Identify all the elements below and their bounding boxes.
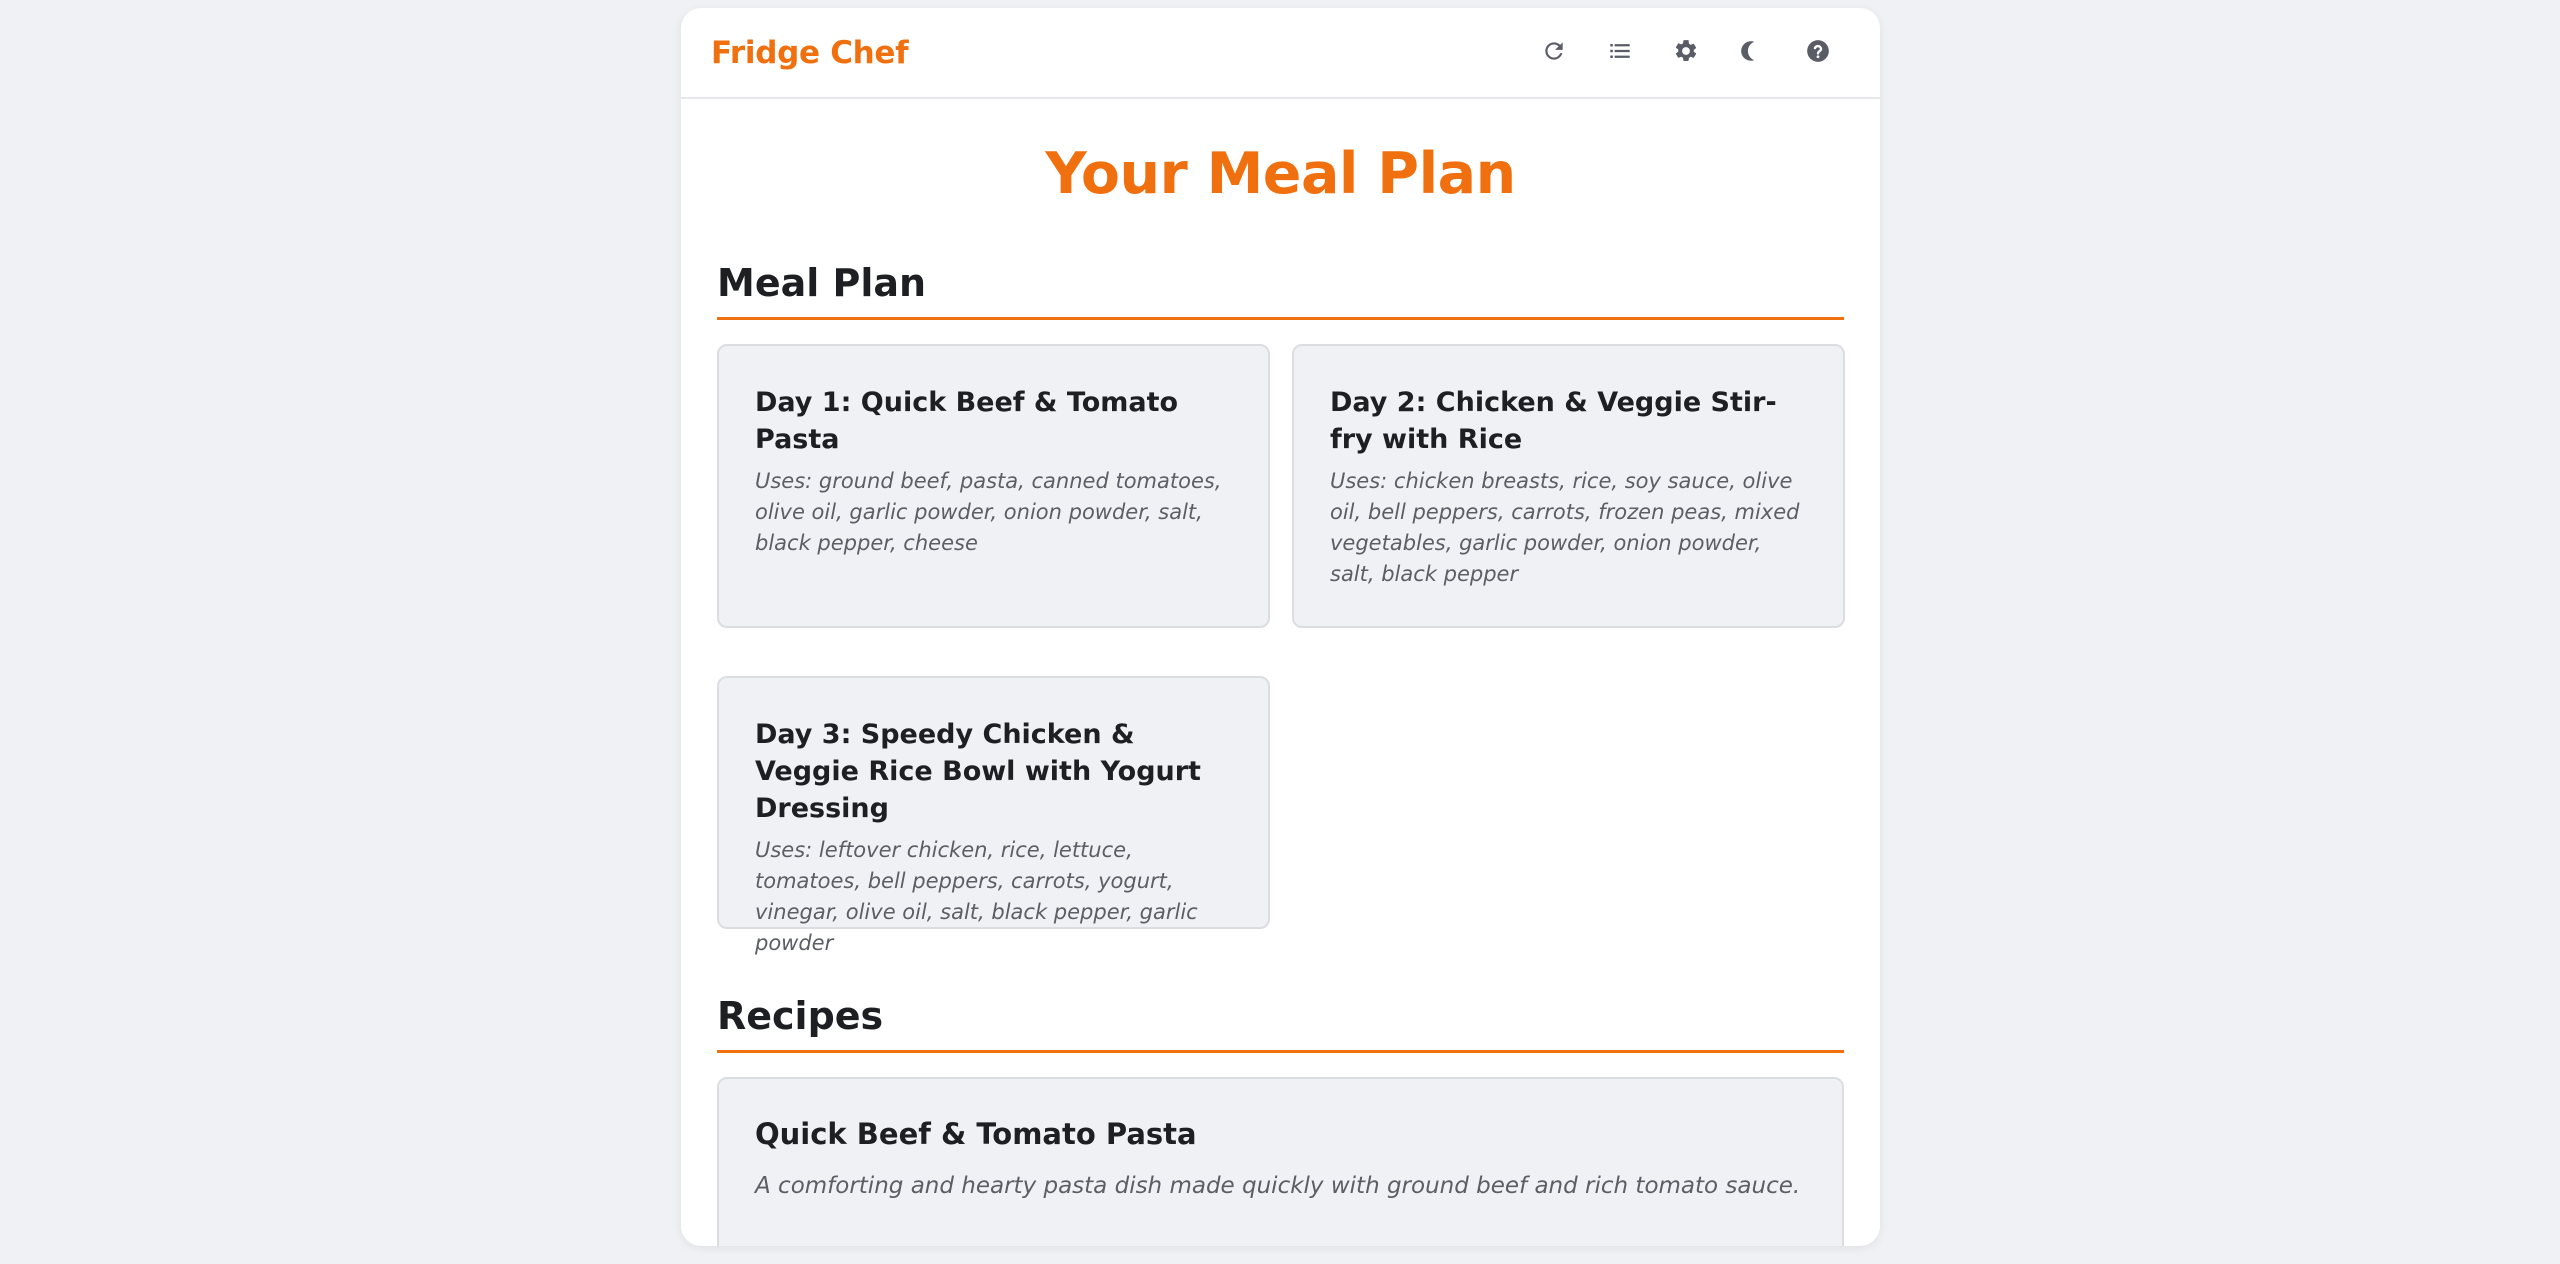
main-content: Your Meal Plan Meal Plan Day 1: Quick Be… (681, 142, 1880, 1246)
list-button[interactable] (1598, 31, 1642, 75)
meal-plan-grid: Day 1: Quick Beef & Tomato Pasta Uses: g… (717, 344, 1845, 955)
refresh-icon (1541, 38, 1567, 68)
meal-plan-card-title: Day 1: Quick Beef & Tomato Pasta (755, 387, 1179, 455)
settings-button[interactable] (1664, 31, 1708, 75)
app-window: Fridge Chef Your Meal Plan Meal Plan Day… (681, 8, 1880, 1246)
refresh-button[interactable] (1532, 31, 1576, 75)
top-bar: Fridge Chef (681, 8, 1880, 99)
meal-plan-card-uses: Uses: chicken breasts, rice, soy sauce, … (1330, 469, 1800, 586)
help-button[interactable] (1796, 31, 1840, 75)
list-icon (1607, 38, 1633, 68)
meal-plan-card-uses: Uses: ground beef, pasta, canned tomatoe… (755, 469, 1222, 555)
recipe-title: Quick Beef & Tomato Pasta (755, 1117, 1197, 1151)
meal-plan-card-uses: Uses: leftover chicken, rice, lettuce, t… (755, 838, 1198, 955)
meal-plan-card-day-1[interactable]: Day 1: Quick Beef & Tomato Pasta Uses: g… (717, 344, 1270, 628)
meal-plan-heading: Meal Plan (717, 261, 1844, 320)
meal-plan-card-title: Day 2: Chicken & Veggie Stir-fry with Ri… (1330, 387, 1777, 455)
brand-logo[interactable]: Fridge Chef (711, 35, 909, 71)
toolbar (1532, 31, 1840, 75)
theme-icon (1739, 38, 1765, 68)
recipe-card[interactable]: Quick Beef & Tomato Pasta A comforting a… (717, 1077, 1844, 1246)
recipe-description: A comforting and hearty pasta dish made … (755, 1173, 1801, 1199)
meal-plan-card-day-3[interactable]: Day 3: Speedy Chicken & Veggie Rice Bowl… (717, 676, 1270, 955)
meal-plan-card-title: Day 3: Speedy Chicken & Veggie Rice Bowl… (755, 719, 1201, 824)
page-title: Your Meal Plan (1045, 141, 1516, 207)
gear-icon (1673, 38, 1699, 68)
help-icon (1805, 38, 1831, 68)
theme-toggle-button[interactable] (1730, 31, 1774, 75)
meal-plan-card-day-2[interactable]: Day 2: Chicken & Veggie Stir-fry with Ri… (1292, 344, 1845, 628)
recipes-heading: Recipes (717, 994, 1844, 1053)
